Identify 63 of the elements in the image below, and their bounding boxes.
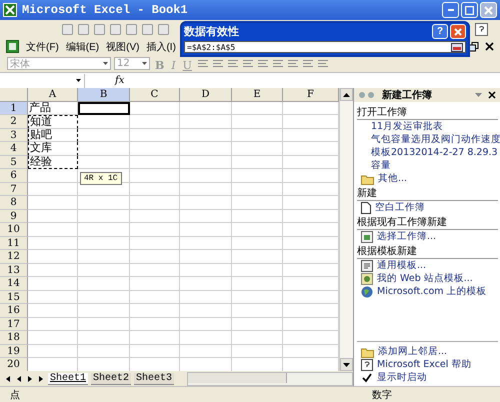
help-button[interactable]: ? (432, 24, 448, 39)
section-heading: 根据模板新建 (357, 245, 498, 259)
row-header[interactable]: 17 (0, 318, 28, 331)
row-header[interactable]: 11 (0, 236, 28, 250)
row-header[interactable]: 12 (0, 250, 28, 264)
row-header[interactable]: 15 (0, 290, 28, 304)
pane-link[interactable]: 通用模板... (377, 260, 426, 272)
column-header[interactable]: D (180, 88, 232, 102)
row-header[interactable]: 5 (0, 156, 28, 169)
row-header[interactable]: 20 (0, 358, 28, 371)
column-header[interactable]: F (283, 88, 339, 102)
menu-item[interactable]: 插入(I) (146, 40, 176, 54)
sheet-tab[interactable]: Sheet1 (48, 372, 88, 384)
row-header[interactable]: 7 (0, 182, 28, 196)
row-header[interactable]: 6 (0, 169, 28, 182)
row-header[interactable]: 1 (0, 102, 28, 115)
section-heading: 新建 (357, 187, 498, 201)
menu-item[interactable]: 文件(F) (26, 40, 59, 54)
section-heading: 根据现有工作簿新建 (357, 216, 498, 230)
row-header[interactable]: 14 (0, 277, 28, 290)
status-mode: 点 (10, 388, 20, 402)
pane-link[interactable]: Microsoft Excel 帮助 (377, 359, 472, 371)
pane-link[interactable]: Microsoft.com 上的模板 (377, 286, 487, 298)
sheet-tab[interactable]: Sheet2 (91, 372, 132, 384)
window-title: Microsoft Excel - Book1 (22, 3, 188, 17)
column-header[interactable]: A (28, 88, 78, 102)
column-header[interactable]: C (130, 88, 180, 102)
column-header[interactable]: E (232, 88, 283, 102)
row-header[interactable]: 9 (0, 210, 28, 223)
row-header[interactable]: 2 (0, 115, 28, 128)
pane-link[interactable]: 空白工作簿 (375, 202, 425, 214)
row-header[interactable]: 16 (0, 304, 28, 318)
menu-item[interactable]: 编辑(E) (66, 40, 100, 54)
table-cell: 经验 (28, 156, 78, 169)
table-cell: 文库 (28, 142, 78, 156)
pane-link[interactable]: 我的 Web 站点模板... (377, 273, 473, 285)
table-cell: 知道 (28, 115, 78, 128)
section-heading: 打开工作簿 (357, 106, 498, 120)
range-tooltip: 4R x 1C (80, 172, 122, 185)
row-header[interactable]: 19 (0, 344, 28, 358)
function-label[interactable]: fx (115, 75, 124, 86)
row-header[interactable]: 8 (0, 196, 28, 210)
status-num: 数字 (372, 388, 392, 402)
table-cell: 产品 (28, 102, 78, 115)
pane-link[interactable]: 选择工作簿... (377, 231, 436, 243)
pane-title: 新建工作簿 (382, 88, 433, 102)
pane-link[interactable]: 显示时启动 (377, 372, 427, 384)
row-header[interactable]: 13 (0, 264, 28, 277)
range-field[interactable]: =$A$2:$A$5 (184, 41, 466, 53)
row-header[interactable]: 4 (0, 142, 28, 156)
row-header[interactable]: 3 (0, 128, 28, 142)
sheet-tab[interactable]: Sheet3 (134, 372, 174, 384)
column-header[interactable]: B (78, 88, 130, 102)
pane-link[interactable]: 其他... (378, 173, 408, 185)
pane-link[interactable]: 模板20132014-2-27 8.29.3 (371, 147, 498, 159)
pane-link[interactable]: 容量 (371, 160, 391, 172)
table-cell: 贴吧 (28, 128, 78, 142)
pane-link[interactable]: 添加网上邻居... (378, 346, 448, 358)
row-header[interactable]: 18 (0, 331, 28, 344)
dialog-title: 数据有效性 (184, 24, 240, 39)
menu-item[interactable]: 视图(V) (106, 40, 140, 54)
row-header[interactable]: 10 (0, 223, 28, 236)
pane-link[interactable]: 11月发运审批表 (371, 121, 444, 133)
